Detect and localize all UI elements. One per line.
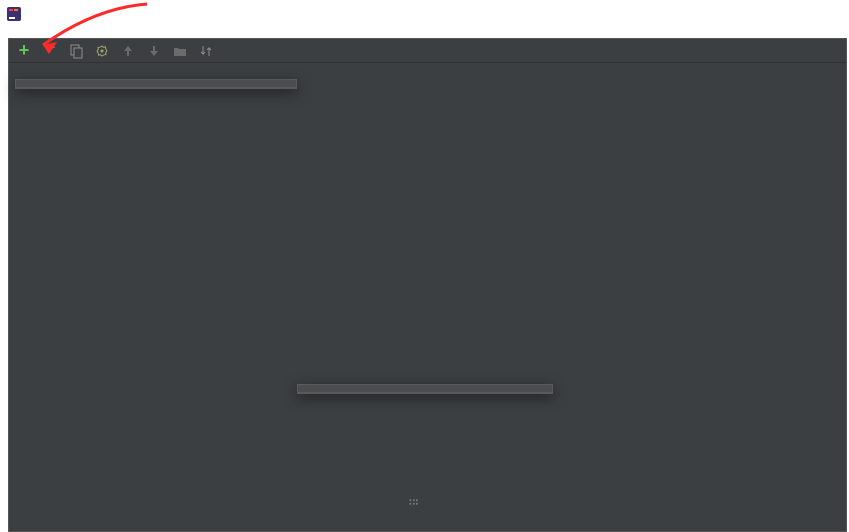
popup-title	[16, 80, 296, 88]
app-icon	[6, 6, 22, 22]
sort-button[interactable]	[197, 42, 215, 60]
copy-button[interactable]	[67, 42, 85, 60]
remove-button[interactable]: −	[41, 40, 59, 58]
add-configuration-popup	[15, 79, 297, 89]
resize-grip[interactable]: ⠿	[405, 498, 419, 505]
edit-defaults-button[interactable]	[93, 42, 111, 60]
add-button[interactable]: +	[15, 42, 33, 60]
move-up-button[interactable]	[119, 42, 137, 60]
move-down-button[interactable]	[145, 42, 163, 60]
submenu-title	[298, 385, 552, 393]
titlebar	[0, 0, 849, 28]
toolbar: + −	[9, 39, 846, 63]
folder-button[interactable]	[171, 42, 189, 60]
docker-submenu	[297, 384, 553, 394]
empty-state-hint	[309, 74, 846, 94]
dialog-client: + − ⠿	[8, 38, 847, 532]
